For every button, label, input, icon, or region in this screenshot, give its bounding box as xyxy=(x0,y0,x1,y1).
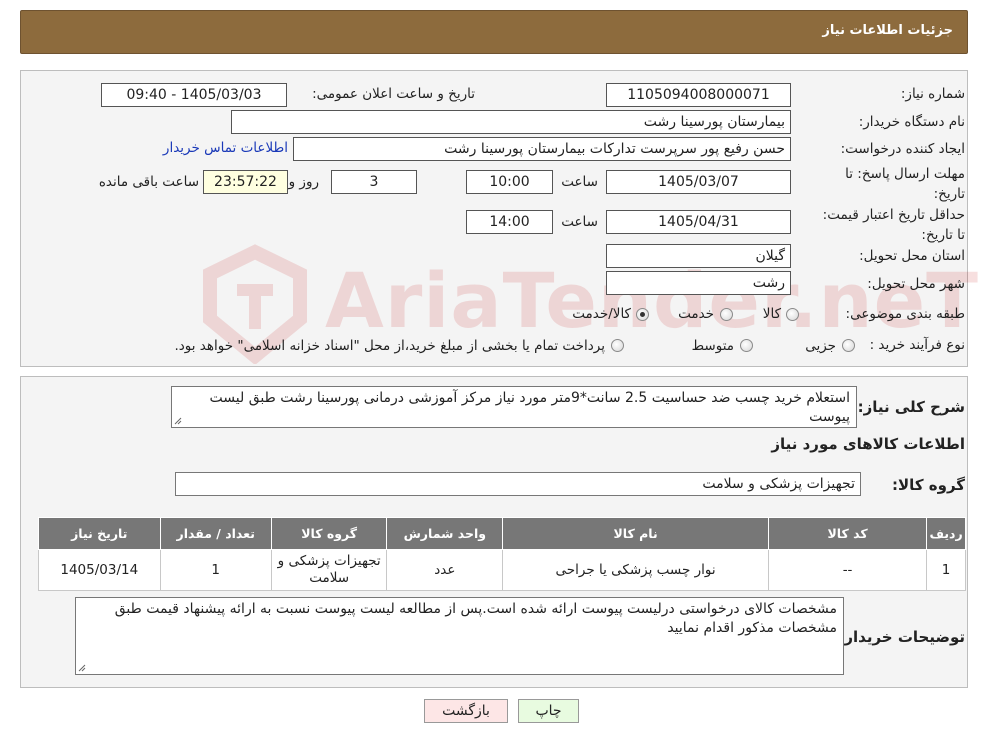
need-number-label: شماره نیاز: xyxy=(900,86,965,102)
creator-label: ایجاد کننده درخواست: xyxy=(840,141,965,157)
price-validity-time-field: 14:00 xyxy=(466,210,553,234)
category-goods-service-label: کالا/خدمت xyxy=(572,306,631,322)
category-service-label: خدمت xyxy=(678,306,714,322)
goods-table: ردیف کد کالا نام کالا واحد شمارش گروه کا… xyxy=(38,517,966,591)
city-label: شهر محل تحویل: xyxy=(867,276,965,292)
col-group-header: گروه کالا xyxy=(270,517,388,550)
days-label: روز و xyxy=(288,174,319,190)
announce-datetime-field: 1405/03/03 - 09:40 xyxy=(101,83,287,107)
treasury-payment-radio[interactable] xyxy=(611,339,624,352)
category-goods-radio[interactable] xyxy=(786,308,799,321)
province-field: گیلان xyxy=(606,244,791,268)
price-validity-date-field: 1405/04/31 xyxy=(606,210,791,234)
cell-unit: عدد xyxy=(386,549,504,591)
need-number-field: 1105094008000071 xyxy=(606,83,791,107)
creator-field: حسن رفیع پور سرپرست تدارکات بیمارستان پو… xyxy=(293,137,791,161)
goods-info-title: اطلاعات کالاهای مورد نیاز xyxy=(771,435,965,453)
deadline-label: مهلت ارسال پاسخ: تا تاریخ: xyxy=(845,166,965,202)
deadline-date-field: 1405/03/07 xyxy=(606,170,791,194)
resize-handle-icon[interactable] xyxy=(78,664,86,672)
buyer-org-field: بیمارستان پورسینا رشت xyxy=(231,110,791,134)
buyer-contact-link[interactable]: اطلاعات تماس خریدار xyxy=(163,140,288,156)
col-quantity-header: تعداد / مقدار xyxy=(159,517,272,550)
cell-quantity: 1 xyxy=(159,549,272,591)
price-validity-label: حداقل تاریخ اعتبار قیمت: تا تاریخ: xyxy=(822,207,965,243)
resize-handle-icon[interactable] xyxy=(174,417,182,425)
buyer-notes-label: توضیحات خریدار: xyxy=(838,628,965,646)
goods-group-label: گروه کالا: xyxy=(892,476,965,494)
process-medium-radio[interactable] xyxy=(740,339,753,352)
cell-row: 1 xyxy=(926,549,966,591)
category-label: طبقه بندی موضوعی: xyxy=(845,306,965,322)
cell-group: تجهیزات پزشکی و سلامت xyxy=(270,549,388,591)
buyer-notes-textarea[interactable]: مشخصات کالای درخواستی درلیست پیوست ارائه… xyxy=(75,597,844,675)
remaining-time-field: 23:57:22 xyxy=(203,170,288,194)
process-type-label: نوع فرآیند خرید : xyxy=(869,337,965,353)
deadline-time-field: 10:00 xyxy=(466,170,553,194)
col-row-header: ردیف xyxy=(926,517,966,550)
col-unit-header: واحد شمارش xyxy=(386,517,504,550)
process-medium-label: متوسط xyxy=(691,338,734,354)
remaining-time-label: ساعت باقی مانده xyxy=(98,174,199,190)
province-label: استان محل تحویل: xyxy=(859,248,965,264)
watermark-text: AriaTender.neT xyxy=(325,256,979,345)
summary-textarea[interactable]: استعلام خرید چسب ضد حساسیت 2.5 سانت*9متر… xyxy=(171,386,857,428)
table-row: 1 -- نوار چسب پزشکی یا جراحی عدد تجهیزات… xyxy=(38,549,966,591)
summary-text: استعلام خرید چسب ضد حساسیت 2.5 سانت*9متر… xyxy=(209,390,850,425)
buyer-org-label: نام دستگاه خریدار: xyxy=(858,114,965,130)
goods-table-header: ردیف کد کالا نام کالا واحد شمارش گروه کا… xyxy=(38,517,966,550)
cell-code: -- xyxy=(768,549,928,591)
category-service-radio[interactable] xyxy=(720,308,733,321)
deadline-time-label: ساعت xyxy=(561,174,598,190)
back-button[interactable]: بازگشت xyxy=(424,699,508,723)
col-date-header: تاریخ نیاز xyxy=(38,517,161,550)
days-field: 3 xyxy=(331,170,417,194)
price-validity-time-label: ساعت xyxy=(561,214,598,230)
col-name-header: نام کالا xyxy=(502,517,770,550)
page-header: جزئیات اطلاعات نیاز xyxy=(20,10,968,54)
process-minor-radio[interactable] xyxy=(842,339,855,352)
city-field: رشت xyxy=(606,271,791,295)
goods-group-field: تجهیزات پزشکی و سلامت xyxy=(175,472,861,496)
page-title: جزئیات اطلاعات نیاز xyxy=(822,23,953,38)
buyer-notes-text: مشخصات کالای درخواستی درلیست پیوست ارائه… xyxy=(114,601,837,636)
treasury-payment-note: پرداخت تمام یا بخشی از مبلغ خرید،از محل … xyxy=(174,338,605,354)
cell-date: 1405/03/14 xyxy=(38,549,161,591)
category-goods-label: کالا xyxy=(762,306,781,322)
announce-datetime-label: تاریخ و ساعت اعلان عمومی: xyxy=(312,86,475,102)
process-minor-label: جزیی xyxy=(805,338,836,354)
category-goods-service-radio[interactable] xyxy=(636,308,649,321)
cell-name: نوار چسب پزشکی یا جراحی xyxy=(502,549,770,591)
col-code-header: کد کالا xyxy=(768,517,928,550)
summary-label: شرح کلی نیاز: xyxy=(857,398,965,416)
print-button[interactable]: چاپ xyxy=(518,699,579,723)
